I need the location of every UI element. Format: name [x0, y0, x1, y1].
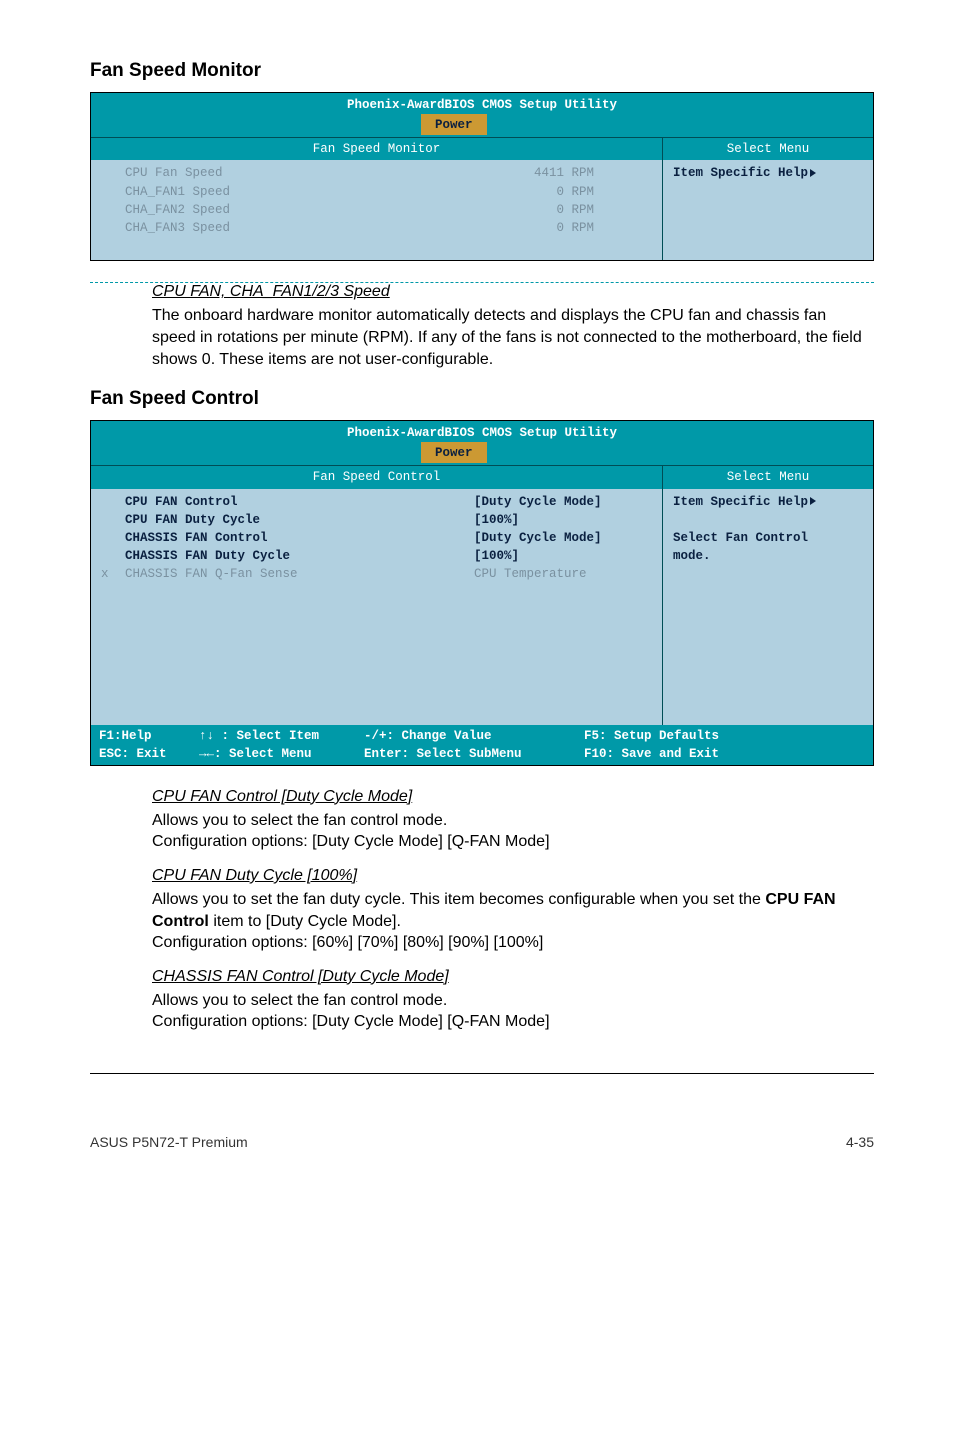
row-cha-fan3-speed: CHA_FAN3 Speed 0 RPM	[125, 219, 654, 237]
label: CPU Fan Speed	[125, 164, 474, 182]
bios-help-pane: Item Specific Help Select Fan Control mo…	[663, 489, 873, 725]
value: 4411 RPM	[474, 164, 654, 182]
text-cpu-fan-duty-1: Allows you to set the fan duty cycle. Th…	[152, 889, 874, 932]
bios-fan-speed-control: Phoenix-AwardBIOS CMOS Setup Utility Pow…	[90, 420, 874, 766]
bios-settings-pane: CPU Fan Speed 4411 RPM CHA_FAN1 Speed 0 …	[91, 160, 663, 260]
help-line3: mode.	[673, 549, 711, 563]
label: CHA_FAN2 Speed	[125, 201, 474, 219]
bios-column-headers: Fan Speed Control Select Menu	[91, 465, 873, 488]
value: 0 RPM	[474, 183, 654, 201]
foot-select-item: ↑↓ : Select Item	[199, 729, 319, 743]
bios-left-header: Fan Speed Control	[91, 466, 663, 488]
footer-rule	[90, 1073, 874, 1074]
label: CHASSIS FAN Control	[125, 529, 474, 547]
bios-fan-speed-monitor: Phoenix-AwardBIOS CMOS Setup Utility Pow…	[90, 92, 874, 261]
row-cha-fan1-speed: CHA_FAN1 Speed 0 RPM	[125, 183, 654, 201]
chevron-right-icon	[810, 169, 816, 177]
sub-cpu-fan-duty: CPU FAN Duty Cycle [100%]	[152, 867, 874, 885]
bios-help-pane: Item Specific Help	[663, 160, 873, 260]
foot-f1-help: F1:Help	[99, 729, 152, 743]
bios-right-header: Select Menu	[663, 138, 873, 160]
text-chassis-fan-control-2: Configuration options: [Duty Cycle Mode]…	[152, 1011, 874, 1033]
text-cpu-fan-control-2: Configuration options: [Duty Cycle Mode]…	[152, 831, 874, 853]
label: CPU FAN Duty Cycle	[125, 511, 474, 529]
chevron-right-icon	[810, 497, 816, 505]
value: 0 RPM	[474, 201, 654, 219]
value: [100%]	[474, 547, 654, 565]
prefix-disabled: x	[101, 565, 109, 583]
bios-settings-pane: CPU FAN Control [Duty Cycle Mode] CPU FA…	[91, 489, 663, 725]
sub-cpu-fan-control: CPU FAN Control [Duty Cycle Mode]	[152, 788, 874, 806]
tab-power[interactable]: Power	[421, 114, 487, 135]
bios-title: Phoenix-AwardBIOS CMOS Setup Utility	[91, 93, 873, 114]
label: CHASSIS FAN Q-Fan Sense	[125, 565, 474, 583]
row-chassis-fan-control[interactable]: CHASSIS FAN Control [Duty Cycle Mode]	[125, 529, 654, 547]
tab-power[interactable]: Power	[421, 442, 487, 463]
foot-setup-defaults: F5: Setup Defaults	[584, 729, 719, 743]
bios-left-header: Fan Speed Monitor	[91, 138, 663, 160]
value: [Duty Cycle Mode]	[474, 529, 654, 547]
text-frag: item to [Duty Cycle Mode].	[209, 913, 401, 930]
row-cpu-fan-duty-cycle[interactable]: CPU FAN Duty Cycle [100%]	[125, 511, 654, 529]
value: [Duty Cycle Mode]	[474, 493, 654, 511]
text-cpu-cha-speed: The onboard hardware monitor automatical…	[152, 305, 874, 370]
bios-footer: F1:Help ESC: Exit ↑↓ : Select Item →←: S…	[91, 725, 873, 765]
text-frag: Allows you to set the fan duty cycle. Th…	[152, 891, 765, 908]
label: CHA_FAN1 Speed	[125, 183, 474, 201]
bios-tabbar: Power	[91, 114, 873, 137]
foot-select-submenu: Enter: Select SubMenu	[364, 747, 522, 761]
help-line1: Item Specific Help	[673, 495, 808, 509]
row-chassis-fan-duty-cycle[interactable]: CHASSIS FAN Duty Cycle [100%]	[125, 547, 654, 565]
text-cpu-fan-duty-2: Configuration options: [60%] [70%] [80%]…	[152, 932, 874, 954]
foot-change-value: -/+: Change Value	[364, 729, 492, 743]
row-cpu-fan-control[interactable]: CPU FAN Control [Duty Cycle Mode]	[125, 493, 654, 511]
text-cpu-fan-control-1: Allows you to select the fan control mod…	[152, 810, 874, 832]
label: CPU FAN Control	[125, 493, 474, 511]
sub-chassis-fan-control: CHASSIS FAN Control [Duty Cycle Mode]	[152, 968, 874, 986]
heading-fan-speed-control: Fan Speed Control	[90, 388, 874, 410]
bios-right-header: Select Menu	[663, 466, 873, 488]
bios-column-headers: Fan Speed Monitor Select Menu	[91, 137, 873, 160]
label: CHA_FAN3 Speed	[125, 219, 474, 237]
footer-product: ASUS P5N72-T Premium	[90, 1134, 248, 1150]
help-text: Item Specific Help	[673, 166, 808, 180]
bios-tabbar: Power	[91, 442, 873, 465]
sub-cpu-cha-speed: CPU FAN, CHA_FAN1/2/3 Speed	[152, 283, 874, 301]
heading-fan-speed-monitor: Fan Speed Monitor	[90, 60, 874, 82]
page-footer: ASUS P5N72-T Premium 4-35	[90, 1134, 874, 1150]
help-line2: Select Fan Control	[673, 531, 808, 545]
value: CPU Temperature	[474, 565, 654, 583]
foot-save-exit: F10: Save and Exit	[584, 747, 719, 761]
footer-page-number: 4-35	[846, 1134, 874, 1150]
foot-esc-exit: ESC: Exit	[99, 747, 167, 761]
text-chassis-fan-control-1: Allows you to select the fan control mod…	[152, 990, 874, 1012]
value: [100%]	[474, 511, 654, 529]
row-chassis-fan-qfan-sense: x CHASSIS FAN Q-Fan Sense CPU Temperatur…	[125, 565, 654, 583]
bios-title: Phoenix-AwardBIOS CMOS Setup Utility	[91, 421, 873, 442]
label: CHASSIS FAN Duty Cycle	[125, 547, 474, 565]
row-cpu-fan-speed: CPU Fan Speed 4411 RPM	[125, 164, 654, 182]
row-cha-fan2-speed: CHA_FAN2 Speed 0 RPM	[125, 201, 654, 219]
foot-select-menu: →←: Select Menu	[199, 747, 312, 761]
value: 0 RPM	[474, 219, 654, 237]
